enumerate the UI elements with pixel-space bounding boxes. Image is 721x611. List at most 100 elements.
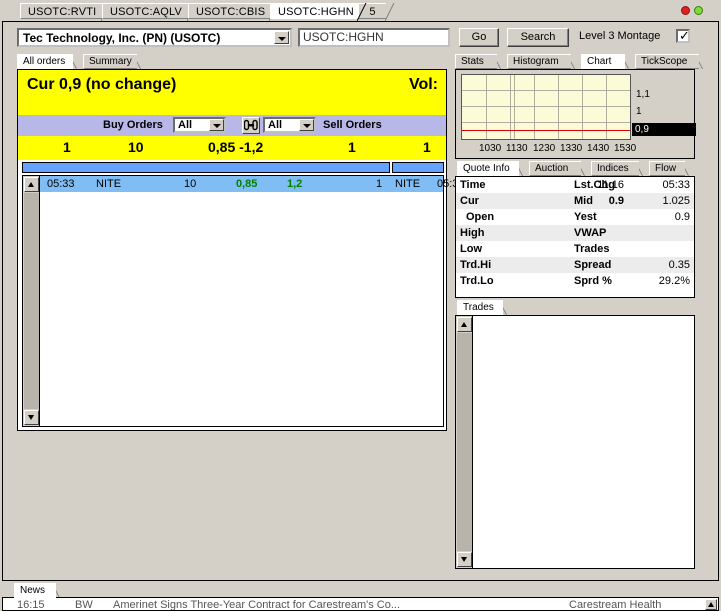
- window-tab[interactable]: USOTC:RVTI: [20, 3, 111, 21]
- tab-trades[interactable]: Trades: [457, 300, 503, 315]
- chart-ytick-label: 1: [636, 106, 642, 117]
- search-button-label: Search: [520, 31, 556, 43]
- quote-key: Mid: [574, 195, 593, 207]
- tab-quote-info[interactable]: Quote Info: [457, 161, 519, 176]
- quote-key: Open: [466, 211, 495, 223]
- status-lights: [681, 6, 711, 18]
- scroll-down-button[interactable]: [457, 552, 472, 567]
- news-panel: News 16:15 BW Amerinet Signs Three-Year …: [2, 583, 719, 611]
- level3-montage-checkbox[interactable]: ✓: [676, 29, 690, 43]
- chart-tab-row: Stats Histogram Chart TickScope: [455, 54, 699, 69]
- quote-row: Open Yest 0.9: [456, 209, 694, 225]
- window-tab-label: USOTC:HGHN: [278, 6, 354, 18]
- tab-indices-label: Indices: [597, 163, 629, 174]
- quote-value: 0.9: [674, 211, 690, 223]
- tab-chart[interactable]: Chart: [581, 54, 625, 69]
- summary-cell: 1: [348, 139, 356, 155]
- tab-tickscope[interactable]: TickScope: [635, 54, 699, 69]
- tab-slant: [503, 300, 512, 315]
- scroll-up-button[interactable]: [457, 317, 472, 332]
- buy-orders-filter-select[interactable]: All: [173, 117, 226, 133]
- orders-list-scrollbar[interactable]: [23, 176, 40, 426]
- tab-indices[interactable]: Indices: [591, 161, 639, 176]
- order-bid-price: 0,85: [236, 178, 258, 190]
- trades-list-scrollbar[interactable]: [456, 316, 473, 568]
- news-row[interactable]: 16:15 BW Amerinet Signs Three-Year Contr…: [2, 597, 719, 611]
- tab-summary[interactable]: Summary: [83, 54, 137, 69]
- tab-slant: [699, 54, 708, 69]
- price-chart-panel[interactable]: 1,1 1 0,9 1030 1130 1230 1330 1430 1530: [455, 69, 696, 159]
- window-tab[interactable]: USOTC:CBIS: [188, 3, 279, 21]
- tab-auction[interactable]: Auction: [529, 161, 581, 176]
- tab-histogram-label: Histogram: [513, 56, 559, 67]
- tab-all-orders[interactable]: All orders: [17, 54, 73, 69]
- tab-chart-label: Chart: [587, 56, 612, 67]
- chevron-down-icon[interactable]: [274, 31, 289, 44]
- scroll-track[interactable]: [24, 193, 39, 409]
- order-ask-price: 1,2: [287, 178, 303, 190]
- current-price-banner: Cur 0,9 (no change) Vol:: [18, 70, 446, 115]
- level3-montage: Cur 0,9 (no change) Vol: Buy Orders All: [17, 69, 465, 431]
- symbol-name-combo[interactable]: Tec Technology, Inc. (PN) (USOTC): [17, 28, 292, 47]
- order-row[interactable]: 05:33 NITE 10 0,85 1,2 1 NITE 05:33: [40, 176, 465, 192]
- quote-key: Cur: [460, 195, 479, 207]
- quote-key: Lst.Chg: [574, 179, 615, 191]
- news-scroll-up-button[interactable]: [705, 599, 717, 610]
- quote-row: High VWAP: [456, 225, 694, 241]
- scroll-track[interactable]: [457, 333, 472, 551]
- orders-list[interactable]: 05:33 NITE 10 0,85 1,2 1 NITE 05:33: [22, 175, 465, 427]
- tab-stats[interactable]: Stats: [455, 54, 497, 69]
- price-chart-plot: [461, 74, 631, 140]
- search-button[interactable]: Search: [507, 28, 569, 47]
- chart-xtick-label: 1430: [587, 143, 610, 154]
- quote-key: Sprd %: [574, 275, 612, 287]
- chevron-down-icon[interactable]: [209, 119, 224, 131]
- quote-value: 05:33: [662, 179, 690, 191]
- tab-all-orders-label: All orders: [23, 56, 66, 67]
- tab-slant: [137, 54, 146, 69]
- tab-quote-info-label: Quote Info: [463, 163, 510, 174]
- tab-histogram[interactable]: Histogram: [507, 54, 571, 69]
- news-headline: Amerinet Signs Three-Year Contract for C…: [113, 599, 400, 611]
- tab-tickscope-label: TickScope: [641, 56, 688, 67]
- order-mm-right: NITE: [395, 178, 421, 190]
- quote-row: Cur 0.9 Mid 1.025: [456, 193, 694, 209]
- quote-key: Yest: [574, 211, 597, 223]
- quote-row: Low Trades: [456, 241, 694, 257]
- quote-value: 1.025: [662, 195, 690, 207]
- tab-slant: [625, 54, 634, 69]
- chain-link-icon: [244, 119, 258, 131]
- orders-column-divider: [22, 162, 444, 173]
- quote-key: Spread: [574, 259, 612, 271]
- window-tab-label: USOTC:CBIS: [196, 6, 266, 18]
- tab-auction-label: Auction: [535, 163, 569, 174]
- link-chain-button[interactable]: [242, 117, 260, 134]
- chevron-down-icon[interactable]: [299, 119, 314, 131]
- scroll-up-button[interactable]: [24, 177, 39, 192]
- window-tab-label: USOTC:AQLV: [110, 6, 183, 18]
- window-tab-active[interactable]: USOTC:HGHN: [270, 3, 367, 21]
- window-tab[interactable]: USOTC:AQLV: [102, 3, 197, 21]
- chart-ytick-label: 1,1: [636, 89, 650, 100]
- sell-orders-filter-select[interactable]: All: [263, 117, 316, 133]
- quote-key: Low: [460, 243, 482, 255]
- tab-slant: [581, 161, 590, 176]
- main-window: Tec Technology, Inc. (PN) (USOTC) USOTC:…: [2, 21, 719, 581]
- quote-info-table: Time 11:16 Lst.Chg 05:33 Cur 0.9 Mid 1.0…: [455, 176, 695, 298]
- chart-xtick-label: 1530: [614, 143, 637, 154]
- quote-key: Trd.Hi: [460, 259, 492, 271]
- tab-flow[interactable]: Flow: [649, 161, 685, 176]
- chart-xtick-label: 1130: [506, 143, 528, 154]
- trades-list[interactable]: [455, 315, 695, 569]
- go-button[interactable]: Go: [459, 28, 499, 47]
- tab-stats-label: Stats: [461, 56, 484, 67]
- quote-row: Time 11:16 Lst.Chg 05:33: [456, 177, 694, 193]
- status-light-green-icon: [694, 6, 703, 15]
- scroll-down-button[interactable]: [24, 410, 39, 425]
- quote-key: Trd.Lo: [460, 275, 494, 287]
- symbol-code-input[interactable]: USOTC:HGHN: [298, 28, 450, 47]
- go-button-label: Go: [471, 31, 487, 43]
- symbol-code-value: USOTC:HGHN: [303, 30, 384, 44]
- divider-segment-left: [22, 162, 390, 173]
- tab-news[interactable]: News: [14, 583, 56, 598]
